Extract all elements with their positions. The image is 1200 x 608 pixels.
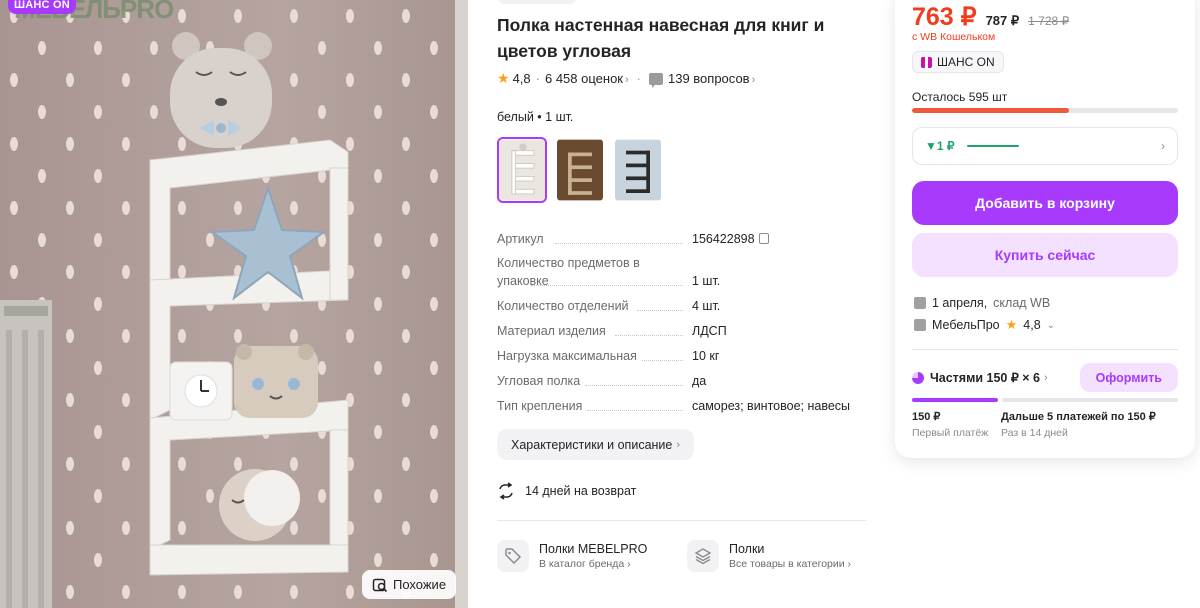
shop-icon	[914, 319, 926, 331]
reviews-link[interactable]: 6 458 оценок ›	[545, 71, 629, 86]
rating-row: ★ 4,8 · 6 458 оценок › · 139 вопросов ›	[497, 70, 755, 88]
return-policy: 14 дней на возврат	[497, 482, 636, 500]
separator: ·	[636, 71, 641, 86]
rating-value: 4,8	[512, 71, 531, 86]
installments-title[interactable]: Частями 150 ₽ × 6	[930, 370, 1040, 385]
spec-row-article: Артикул 156422898	[497, 230, 869, 248]
spec-value: 156422898	[692, 230, 769, 248]
spec-row-items-count: Количество предметов в упаковке 1 шт.	[497, 254, 869, 290]
questions-link[interactable]: 139 вопросов ›	[668, 71, 755, 86]
product-title: Полка настенная навесная для книг и цвет…	[497, 15, 825, 61]
chevron-right-icon: ›	[676, 438, 681, 451]
installments-row: Частями 150 ₽ × 6 › Оформить	[912, 363, 1178, 392]
product-page: МЕБЕЛЬPRO ШАНС ON Похожие Полка настенна…	[0, 0, 1200, 608]
spec-value: 4 шт.	[692, 299, 721, 313]
chevron-down-icon: ⌄	[1046, 319, 1056, 331]
price-history[interactable]: ▼1 ₽ ›	[912, 127, 1178, 165]
original-price: 1 728 ₽	[1028, 14, 1070, 28]
brand-chip[interactable]	[497, 0, 577, 4]
black-shelf-thumbnail[interactable]	[613, 137, 663, 203]
questions-icon	[649, 72, 663, 88]
chance-badge: ШАНС ON	[8, 0, 76, 14]
white-shelf-thumbnail[interactable]	[497, 137, 547, 203]
stock-progress-fill	[912, 108, 1069, 113]
gift-icon	[921, 56, 932, 68]
variant-label: белый • 1 шт.	[497, 110, 574, 124]
spec-key: Угловая полка	[497, 374, 581, 388]
brand-catalog-link[interactable]: Полки MEBELPRO В каталог бренда ›	[497, 540, 687, 572]
stock-remaining: Осталось 595 шт	[912, 90, 1008, 104]
wood-shelf-thumbnail[interactable]	[555, 137, 605, 203]
chevron-right-icon: ›	[624, 74, 629, 86]
spec-key: Материал изделия	[497, 324, 606, 338]
chevron-right-icon: ›	[1161, 139, 1165, 153]
price-card: 763 ₽ 787 ₽ 1 728 ₽ с WB Кошельком ШАНС …	[895, 0, 1195, 458]
spec-key: Количество отделений	[497, 299, 629, 313]
return-arrows-icon	[499, 482, 513, 500]
wallet-note[interactable]: с WB Кошельком	[912, 31, 995, 43]
installments-icon	[912, 371, 924, 384]
category-link[interactable]: Полки Все товары в категории ›	[687, 540, 877, 572]
spec-value: ЛДСП	[692, 324, 727, 338]
spec-value: 10 кг	[692, 349, 720, 363]
spec-row-compartments: Количество отделений 4 шт.	[497, 297, 869, 315]
price-row: 763 ₽ 787 ₽ 1 728 ₽	[912, 2, 1069, 32]
separator: ·	[535, 71, 540, 86]
seller-name: МебельПро	[932, 318, 1000, 332]
chevron-right-icon: ›	[1044, 371, 1048, 384]
regular-price: 787 ₽	[985, 13, 1020, 28]
first-payment: 150 ₽ Первый платёж	[912, 411, 989, 439]
spec-row-max-load: Нагрузка максимальная 10 кг	[497, 347, 869, 365]
star-icon: ★	[497, 70, 510, 86]
spec-row-mount-type: Тип крепления саморез; винтовое; навесы	[497, 397, 869, 415]
layers-icon	[687, 540, 719, 572]
divider	[497, 520, 866, 521]
characteristics-label: Характеристики и описание	[511, 437, 673, 452]
add-to-cart-button[interactable]: Добавить в корзину	[912, 181, 1178, 225]
search-similar-icon	[372, 578, 388, 592]
brand-link-title: Полки MEBELPRO	[539, 541, 648, 556]
spec-key: Тип крепления	[497, 399, 583, 413]
wallet-price: 763 ₽	[912, 3, 977, 31]
similar-button[interactable]: Похожие	[362, 570, 457, 599]
price-change: ▼1 ₽	[925, 139, 955, 153]
next-payments: Дальше 5 платежей по 150 ₽ Раз в 14 дней	[1001, 411, 1156, 439]
category-link-subtitle: Все товары в категории ›	[729, 557, 852, 570]
catalog-links: Полки MEBELPRO В каталог бренда › Полки …	[497, 540, 877, 572]
installments-progress	[912, 398, 1178, 402]
spec-value: саморез; винтовое; навесы	[692, 399, 851, 413]
order-installments-button[interactable]: Оформить	[1079, 363, 1178, 392]
buy-now-button[interactable]: Купить сейчас	[912, 233, 1178, 277]
spec-row-corner: Угловая полка да	[497, 372, 869, 390]
delivery-info: 1 апреля, склад WB	[914, 296, 1050, 310]
seller-info[interactable]: МебельПро ★ 4,8 ⌄	[914, 317, 1055, 333]
spec-value: 1 шт.	[692, 274, 721, 288]
copy-icon[interactable]	[758, 233, 769, 244]
chevron-right-icon: ›	[751, 74, 756, 86]
star-icon: ★	[1005, 317, 1018, 332]
chance-badge[interactable]: ШАНС ON	[912, 51, 1004, 73]
stock-progress	[912, 108, 1178, 113]
category-link-title: Полки	[729, 541, 765, 556]
seller-rating: 4,8	[1023, 318, 1041, 332]
similar-label: Похожие	[393, 577, 447, 592]
tag-icon	[497, 540, 529, 572]
product-image	[0, 0, 468, 608]
return-text: 14 дней на возврат	[525, 484, 637, 498]
spec-row-material: Материал изделия ЛДСП	[497, 322, 869, 340]
divider	[912, 349, 1178, 350]
specs-list: Артикул 156422898 Количество предметов в…	[497, 230, 869, 415]
variant-thumbnails	[497, 137, 663, 203]
brand-link-subtitle: В каталог бренда ›	[539, 557, 631, 570]
price-trend-line	[966, 145, 1019, 147]
characteristics-button[interactable]: Характеристики и описание ›	[497, 429, 695, 460]
spec-key: Артикул	[497, 232, 544, 246]
box-icon	[914, 297, 926, 309]
spec-value: да	[692, 374, 707, 388]
spec-key: Нагрузка максимальная	[497, 349, 637, 363]
product-photo[interactable]: МЕБЕЛЬPRO ШАНС ON Похожие	[0, 0, 468, 608]
